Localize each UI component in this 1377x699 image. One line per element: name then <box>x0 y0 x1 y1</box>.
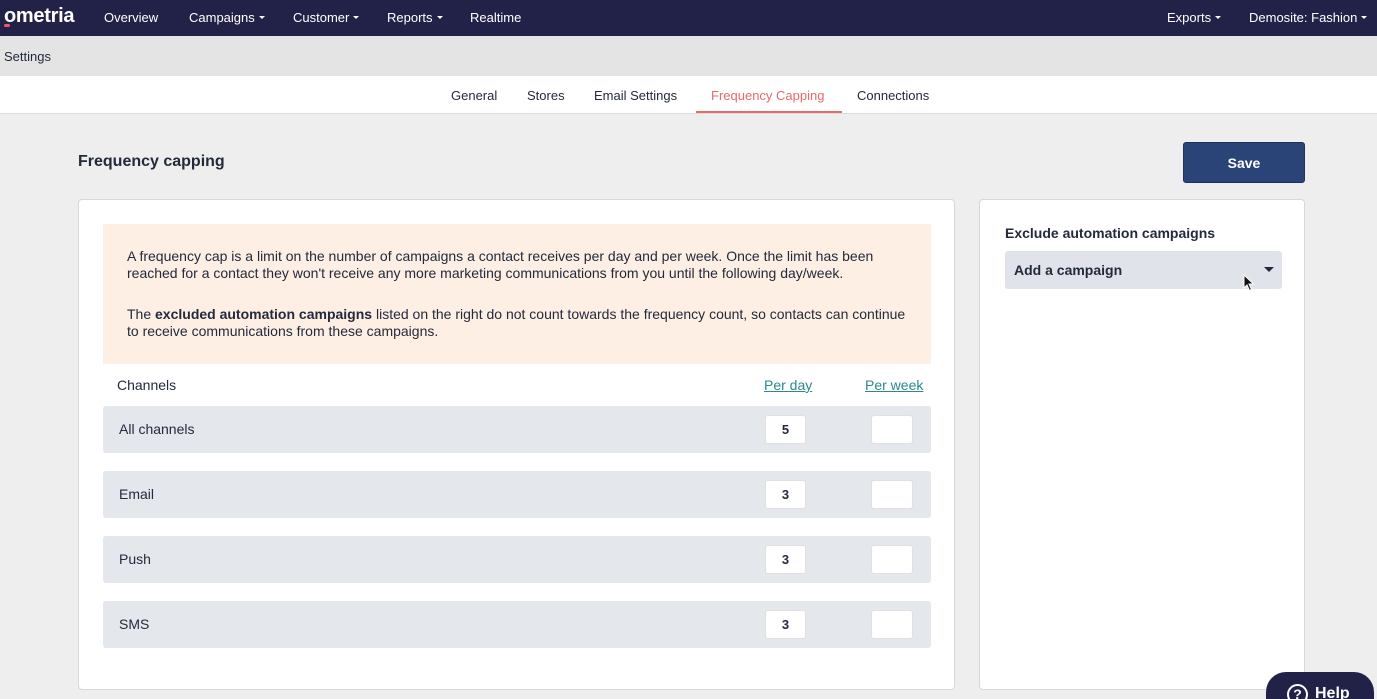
nav-overview[interactable]: Overview <box>104 10 158 25</box>
top-navbar: ometria Overview Campaigns Customer Repo… <box>0 0 1377 36</box>
settings-tabs: General Stores Email Settings Frequency … <box>0 76 1377 114</box>
per-week-input[interactable] <box>871 415 913 444</box>
breadcrumb: Settings <box>0 36 1377 76</box>
channel-label: Email <box>119 486 155 502</box>
channel-label: All channels <box>119 421 195 437</box>
nav-campaigns[interactable]: Campaigns <box>189 10 265 25</box>
breadcrumb-settings: Settings <box>4 49 51 64</box>
tab-stores[interactable]: Stores <box>527 88 565 103</box>
nav-site-selector[interactable]: Demosite: Fashion <box>1249 10 1368 25</box>
nav-exports[interactable]: Exports <box>1167 10 1222 25</box>
table-row: Email <box>103 471 931 518</box>
chevron-down-icon <box>258 16 265 20</box>
nav-realtime[interactable]: Realtime <box>470 10 521 25</box>
chevron-down-icon <box>1264 267 1274 272</box>
channel-label: Push <box>119 551 151 567</box>
per-week-input[interactable] <box>871 610 913 639</box>
chevron-down-icon <box>1215 16 1222 20</box>
table-row: Push <box>103 536 931 583</box>
per-day-input[interactable] <box>765 480 806 509</box>
active-tab-indicator <box>696 111 842 113</box>
table-row: All channels <box>103 406 931 453</box>
question-icon: ? <box>1287 684 1308 699</box>
per-day-input[interactable] <box>765 545 806 574</box>
mouse-cursor-icon <box>1243 274 1255 292</box>
tab-connections[interactable]: Connections <box>857 88 929 103</box>
per-week-header-link[interactable]: Per week <box>865 377 923 393</box>
help-label: Help <box>1315 685 1350 699</box>
channel-label: SMS <box>119 616 150 632</box>
info-box: A frequency cap is a limit on the number… <box>103 224 931 364</box>
add-campaign-dropdown[interactable]: Add a campaign <box>1005 251 1282 289</box>
tab-email-settings[interactable]: Email Settings <box>594 88 677 103</box>
per-day-header-link[interactable]: Per day <box>764 377 812 393</box>
exclude-campaigns-title: Exclude automation campaigns <box>1005 225 1216 241</box>
per-day-input[interactable] <box>765 610 806 639</box>
info-paragraph: A frequency cap is a limit on the number… <box>127 248 874 281</box>
table-row: SMS <box>103 601 931 648</box>
logo-accent <box>4 24 10 27</box>
channels-header: Channels <box>117 377 177 393</box>
per-week-input[interactable] <box>871 545 913 574</box>
chevron-down-icon <box>436 16 443 20</box>
save-button[interactable]: Save <box>1183 142 1305 183</box>
page-title: Frequency capping <box>78 153 225 170</box>
info-paragraph-exclusions: The excluded automation campaigns listed… <box>127 306 906 339</box>
nav-reports[interactable]: Reports <box>387 10 443 25</box>
exclude-campaigns-card: Exclude automation campaigns Add a campa… <box>979 199 1305 690</box>
excluded-campaigns-emphasis: excluded automation campaigns <box>155 306 373 322</box>
help-button[interactable]: ? Help <box>1266 672 1374 699</box>
per-day-input[interactable] <box>765 415 806 444</box>
chevron-down-icon <box>353 16 360 20</box>
frequency-capping-card: A frequency cap is a limit on the number… <box>78 199 955 690</box>
ometria-logo[interactable]: ometria <box>4 5 74 28</box>
nav-customer[interactable]: Customer <box>293 10 360 25</box>
tab-general[interactable]: General <box>451 88 497 103</box>
dropdown-label: Add a campaign <box>1014 262 1123 278</box>
per-week-input[interactable] <box>871 480 913 509</box>
chevron-down-icon <box>1361 16 1368 20</box>
tab-frequency-capping[interactable]: Frequency Capping <box>711 88 824 103</box>
